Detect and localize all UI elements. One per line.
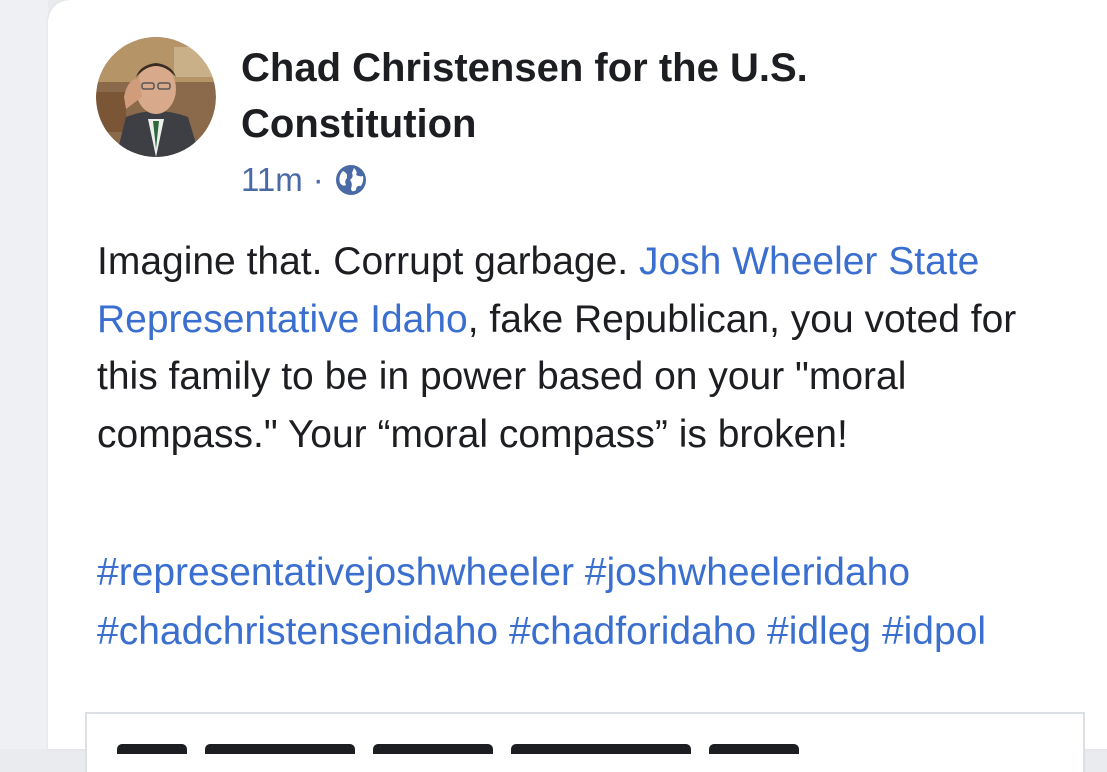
hashtag-link[interactable]: #chadchristensenidaho xyxy=(97,610,498,653)
post-timestamp[interactable]: 11m xyxy=(241,160,303,200)
hashtag-link[interactable]: #idpol xyxy=(882,610,986,653)
hashtag-list: #representativejoshwheeler #joshwheeleri… xyxy=(97,543,1097,661)
avatar[interactable] xyxy=(96,37,216,157)
preview-text-cutoff xyxy=(117,740,877,754)
post-body-text-1: Imagine that. Corrupt garbage. xyxy=(97,240,639,283)
hashtag-link[interactable]: #representativejoshwheeler xyxy=(97,551,574,594)
hashtag-link[interactable]: #chadforidaho xyxy=(509,610,756,653)
post-author-name[interactable]: Chad Christensen for the U.S. Constituti… xyxy=(241,40,1001,152)
avatar-photo xyxy=(96,37,216,157)
post-body: Imagine that. Corrupt garbage. Josh Whee… xyxy=(97,233,1057,463)
hashtag-link[interactable]: #idleg xyxy=(767,610,871,653)
link-preview-card[interactable] xyxy=(85,712,1085,772)
background-strip xyxy=(0,0,48,749)
globe-icon[interactable] xyxy=(334,163,368,197)
post-meta: 11m · xyxy=(241,160,368,200)
post-card: Chad Christensen for the U.S. Constituti… xyxy=(48,0,1107,772)
hashtag-link[interactable]: #joshwheeleridaho xyxy=(585,551,910,594)
meta-separator: · xyxy=(312,161,324,198)
